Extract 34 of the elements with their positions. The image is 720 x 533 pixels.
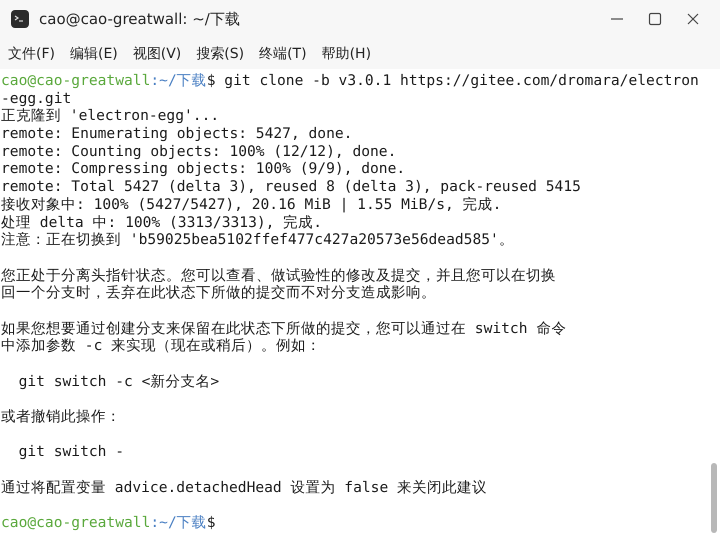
menu-item[interactable]: 视图(V) xyxy=(132,44,182,62)
output-line: 或者撤销此操作： xyxy=(1,408,121,426)
output-line: remote: Total 5427 (delta 3), reused 8 (delta 3), pack-reused 5415 xyxy=(1,178,581,196)
menu-item[interactable]: 终端(T) xyxy=(259,44,307,62)
window-title: cao@cao-greatwall: ~/下载 xyxy=(39,10,241,28)
prompt-path: :~/下载 xyxy=(150,72,207,89)
prompt-path: :~/下载 xyxy=(150,514,207,532)
output-line: 注意：正在切换到 'b59025bea5102ffef477c427a20573e56dead585'。 xyxy=(1,231,514,248)
prompt-user: cao@cao-greatwall xyxy=(1,514,150,532)
output-line: git switch -c <新分支名> xyxy=(18,372,220,390)
command-text: $ git clone -b v3.0.1 https://gitee.com/dromara/electron xyxy=(206,72,699,89)
scrollbar[interactable] xyxy=(711,463,717,533)
menu-item[interactable]: 文件(F) xyxy=(8,44,55,62)
output-line: remote: Counting objects: 100% (12/12), done. xyxy=(1,142,396,160)
output-line: 回一个分支时，丢弃在此状态下所做的提交而不对分支造成影响。 xyxy=(1,284,436,302)
output-line: 接收对象中: 100% (5427/5427), 20.16 MiB | 1.55 MiB/s, 完成. xyxy=(1,196,502,213)
output-line: remote: Enumerating objects: 5427, done. xyxy=(1,125,352,142)
maximize-icon[interactable] xyxy=(648,12,662,26)
output-line: 正克隆到 'electron-egg'... xyxy=(1,107,220,124)
menu-item[interactable]: 搜索(S) xyxy=(196,44,244,62)
terminal-icon xyxy=(10,9,30,29)
command-text: $ xyxy=(206,514,216,532)
menu-item[interactable]: 帮助(H) xyxy=(322,44,372,62)
output-line: 处理 delta 中: 100% (3313/3313), 完成. xyxy=(1,214,322,230)
prompt-user: cao@cao-greatwall xyxy=(1,72,150,89)
output-line: -egg.git xyxy=(1,90,72,107)
output-line: 中添加参数 -c 来实现（现在或稍后）。例如： xyxy=(1,337,322,354)
output-line: git switch - xyxy=(18,443,124,460)
menu-item[interactable]: 编辑(E) xyxy=(70,44,118,62)
output-line: 如果您想要通过创建分支来保留在此状态下所做的提交，您可以通过在 switch 命令 xyxy=(1,320,566,337)
output-line: remote: Compressing objects: 100% (9/9), done. xyxy=(1,160,406,178)
output-line: 您正处于分离头指针状态。您可以查看、做试验性的修改及提交，并且您可以在切换 xyxy=(1,266,556,284)
close-icon[interactable] xyxy=(686,12,700,26)
output-line: 通过将配置变量 advice.detachedHead 设置为 false 来关闭此建议 xyxy=(1,478,488,496)
